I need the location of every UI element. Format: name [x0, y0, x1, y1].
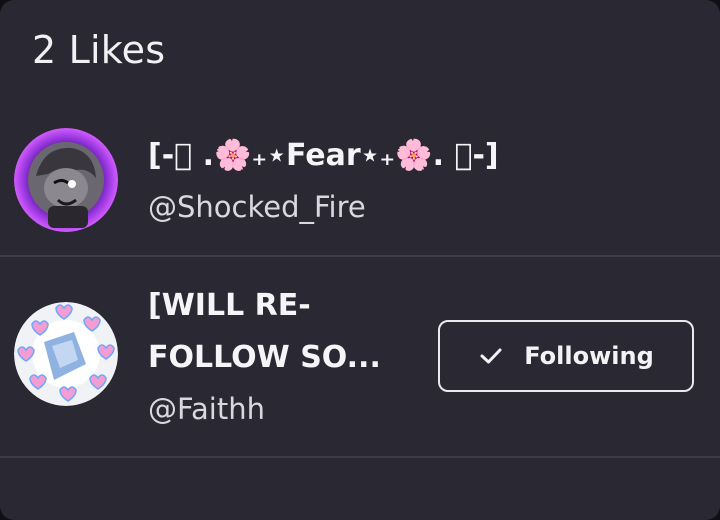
like-row[interactable]: [-⃟ .🌸₊⋆Fear⋆₊🌸. ⃟-] @Shocked_Fire: [0, 58, 720, 256]
divider: [0, 456, 720, 458]
user-handle[interactable]: @Shocked_Fire: [148, 190, 366, 224]
likes-sheet: 2 Likes [-⃟ .�: [0, 0, 720, 520]
avatar[interactable]: [14, 128, 118, 232]
user-display-name[interactable]: [-⃟ .🌸₊⋆Fear⋆₊🌸. ⃟-]: [148, 130, 499, 182]
check-icon: [480, 348, 502, 364]
user-display-name[interactable]: [WILL RE-FOLLOW SO...: [148, 280, 418, 384]
avatar[interactable]: [14, 302, 118, 406]
purple-glow-avatar-icon: [14, 128, 118, 232]
following-button[interactable]: Following: [438, 320, 694, 392]
following-button-label: Following: [524, 342, 654, 370]
user-handle[interactable]: @Faithh: [148, 392, 265, 426]
divider: [0, 255, 720, 257]
heart-wreath-avatar-icon: [14, 302, 118, 406]
like-row[interactable]: [WILL RE-FOLLOW SO... @Faithh Following: [0, 258, 720, 456]
